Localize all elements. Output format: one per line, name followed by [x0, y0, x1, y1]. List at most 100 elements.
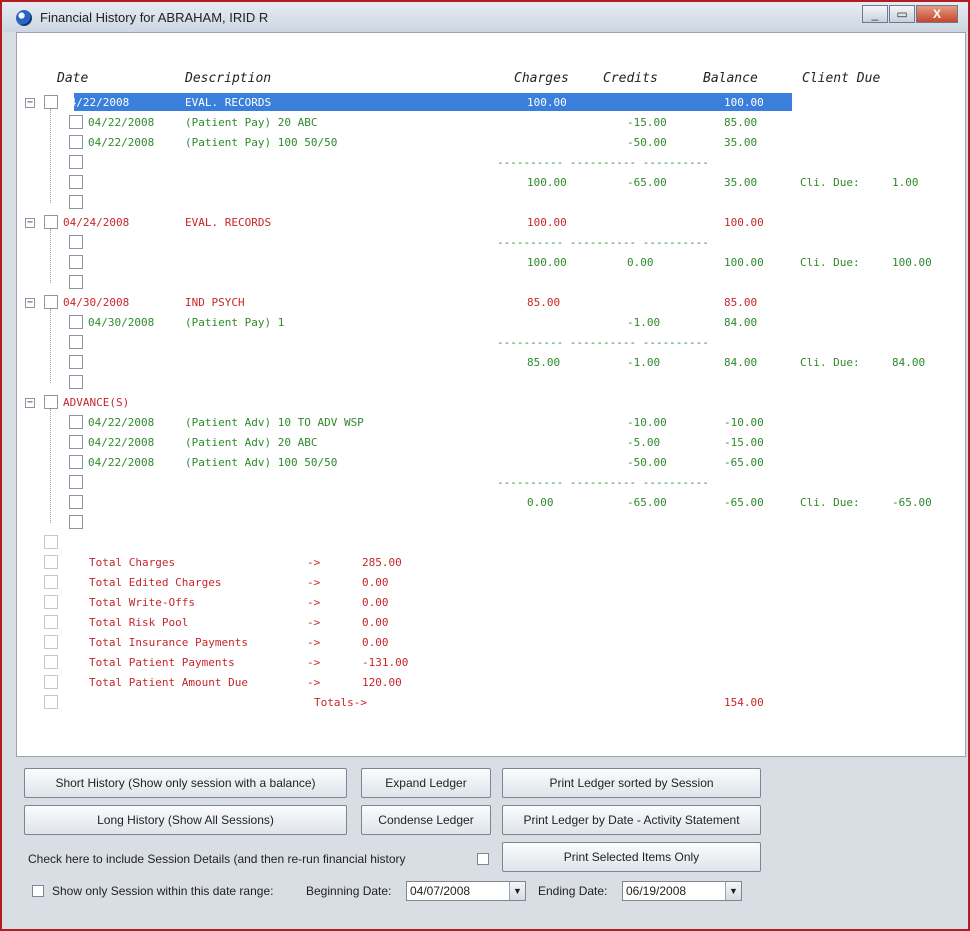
session-date: ADVANCE(S) [63, 396, 130, 409]
chevron-down-icon[interactable]: ▼ [725, 882, 741, 900]
divider-row[interactable]: ---------- ---------- ---------- [17, 333, 967, 353]
item-balance: -15.00 [724, 436, 764, 449]
total-checkbox[interactable] [44, 535, 58, 549]
total-checkbox[interactable] [44, 695, 58, 709]
blank-row[interactable] [17, 513, 967, 533]
total-row[interactable]: Total Insurance Payments -> 0.00 [17, 633, 967, 653]
total-row[interactable]: Total Edited Charges -> 0.00 [17, 573, 967, 593]
total-row[interactable]: Total Patient Amount Due -> 120.00 [17, 673, 967, 693]
total-checkbox[interactable] [44, 615, 58, 629]
item-checkbox[interactable] [69, 355, 83, 369]
collapse-toggle-icon[interactable]: − [25, 98, 35, 108]
total-label: Total Risk Pool [89, 616, 189, 629]
collapse-toggle-icon[interactable]: − [25, 218, 35, 228]
item-checkbox[interactable] [69, 415, 83, 429]
beginning-date-picker[interactable]: 04/07/2008 ▼ [406, 881, 526, 901]
grand-total-row[interactable]: Totals-> 154.00 [17, 693, 967, 713]
total-label: Total Edited Charges [89, 576, 222, 589]
subtotal-row[interactable]: 100.00 -65.00 35.00 Cli. Due: 1.00 [17, 173, 967, 193]
blank-row[interactable] [17, 373, 967, 393]
item-checkbox[interactable] [69, 235, 83, 249]
collapse-toggle-icon[interactable]: − [25, 398, 35, 408]
collapse-toggle-icon[interactable]: − [25, 298, 35, 308]
item-checkbox[interactable] [69, 175, 83, 189]
item-checkbox[interactable] [69, 255, 83, 269]
chevron-down-icon[interactable]: ▼ [509, 882, 525, 900]
blank-row[interactable] [17, 193, 967, 213]
financial-history-window: Financial History for ABRAHAM, IRID R _ … [0, 0, 970, 931]
total-row[interactable]: Total Patient Payments -> -131.00 [17, 653, 967, 673]
item-checkbox[interactable] [69, 275, 83, 289]
print-ledger-by-session-button[interactable]: Print Ledger sorted by Session [502, 768, 761, 798]
session-checkbox[interactable] [44, 215, 58, 229]
total-checkbox[interactable] [44, 595, 58, 609]
include-session-details-checkbox[interactable] [477, 853, 489, 865]
payment-row[interactable]: 04/30/2008 (Patient Pay) 1 -1.00 84.00 [17, 313, 967, 333]
payment-row[interactable]: 04/22/2008 (Patient Pay) 100 50/50 -50.00 3… [17, 133, 967, 153]
blank-row[interactable] [17, 533, 967, 553]
total-checkbox[interactable] [44, 675, 58, 689]
session-row[interactable]: − 04/30/2008 IND PSYCH 85.00 85.00 [17, 293, 967, 313]
payment-row[interactable]: 04/22/2008 (Patient Adv) 10 TO ADV WSP -10… [17, 413, 967, 433]
subtotal-credits: -65.00 [627, 176, 667, 189]
subtotal-balance: 100.00 [724, 256, 764, 269]
close-button[interactable]: X [916, 5, 958, 23]
session-checkbox[interactable] [44, 395, 58, 409]
divider-row[interactable]: ---------- ---------- ---------- [17, 153, 967, 173]
maximize-button[interactable]: ▭ [889, 5, 915, 23]
item-checkbox[interactable] [69, 515, 83, 529]
item-balance: 35.00 [724, 136, 758, 149]
item-checkbox[interactable] [69, 375, 83, 389]
item-checkbox[interactable] [69, 315, 83, 329]
print-ledger-by-date-button[interactable]: Print Ledger by Date - Activity Statemen… [502, 805, 761, 835]
date-range-checkbox[interactable] [32, 885, 44, 897]
total-checkbox[interactable] [44, 575, 58, 589]
condense-ledger-button[interactable]: Condense Ledger [361, 805, 491, 835]
payment-row[interactable]: 04/22/2008 (Patient Adv) 20 ABC -5.00 -15.0… [17, 433, 967, 453]
total-row[interactable]: Total Risk Pool -> 0.00 [17, 613, 967, 633]
short-history-button[interactable]: Short History (Show only session with a … [24, 768, 347, 798]
payment-row[interactable]: 04/22/2008 (Patient Adv) 100 50/50 -50.00 -… [17, 453, 967, 473]
total-row[interactable]: Total Charges -> 285.00 [17, 553, 967, 573]
window-title: Financial History for ABRAHAM, IRID R [40, 10, 269, 25]
item-checkbox[interactable] [69, 195, 83, 209]
item-checkbox[interactable] [69, 435, 83, 449]
session-row[interactable]: − ADVANCE(S) [17, 393, 967, 413]
item-checkbox[interactable] [69, 155, 83, 169]
title-bar[interactable]: Financial History for ABRAHAM, IRID R _ … [2, 2, 968, 32]
divider-row[interactable]: ---------- ---------- ---------- [17, 233, 967, 253]
subtotal-row[interactable]: 0.00 -65.00 -65.00 Cli. Due: -65.00 [17, 493, 967, 513]
total-checkbox[interactable] [44, 635, 58, 649]
session-row[interactable]: − 04/24/2008 EVAL. RECORDS 100.00 100.00 [17, 213, 967, 233]
total-row[interactable]: Total Write-Offs -> 0.00 [17, 593, 967, 613]
item-checkbox[interactable] [69, 495, 83, 509]
minimize-button[interactable]: _ [862, 5, 888, 23]
session-charges: 100.00 [527, 216, 567, 229]
long-history-button[interactable]: Long History (Show All Sessions) [24, 805, 347, 835]
client-due-label: Cli. Due: [800, 256, 860, 269]
session-checkbox[interactable] [44, 295, 58, 309]
total-value: -131.00 [362, 656, 409, 669]
item-checkbox[interactable] [69, 135, 83, 149]
item-checkbox[interactable] [69, 455, 83, 469]
item-checkbox[interactable] [69, 475, 83, 489]
session-checkbox[interactable] [44, 95, 58, 109]
divider-row[interactable]: ---------- ---------- ---------- [17, 473, 967, 493]
total-checkbox[interactable] [44, 655, 58, 669]
session-row[interactable]: − 04/22/2008 EVAL. RECORDS 100.00 100.00 [17, 93, 967, 113]
item-checkbox[interactable] [69, 335, 83, 349]
subtotal-row[interactable]: 100.00 0.00 100.00 Cli. Due: 100.00 [17, 253, 967, 273]
beginning-date-label: Beginning Date: [306, 884, 392, 898]
expand-ledger-button[interactable]: Expand Ledger [361, 768, 491, 798]
item-date: 04/22/2008 [88, 116, 155, 129]
total-checkbox[interactable] [44, 555, 58, 569]
payment-row[interactable]: 04/22/2008 (Patient Pay) 20 ABC -15.00 85.0… [17, 113, 967, 133]
print-selected-items-button[interactable]: Print Selected Items Only [502, 842, 761, 872]
item-checkbox[interactable] [69, 115, 83, 129]
total-label: Total Patient Payments [89, 656, 235, 669]
blank-row[interactable] [17, 273, 967, 293]
item-description: (Patient Adv) 20 ABC [185, 436, 318, 449]
ledger-tree-view[interactable]: Date Description Charges Credits Balance… [16, 32, 966, 757]
subtotal-row[interactable]: 85.00 -1.00 84.00 Cli. Due: 84.00 [17, 353, 967, 373]
ending-date-picker[interactable]: 06/19/2008 ▼ [622, 881, 742, 901]
